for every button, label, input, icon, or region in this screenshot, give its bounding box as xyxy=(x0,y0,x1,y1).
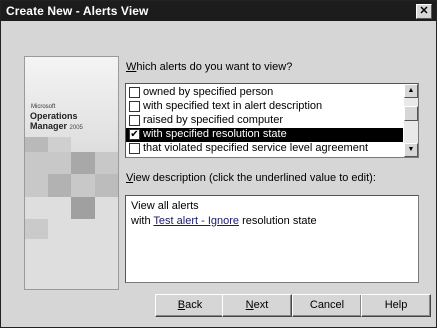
view-description-label: View description (click the underlined v… xyxy=(126,172,376,184)
title-bar[interactable]: Create New - Alerts View ✕ xyxy=(1,1,436,21)
product-year: 2005 xyxy=(69,125,83,131)
checkbox[interactable] xyxy=(129,143,140,154)
decor-square xyxy=(25,219,48,239)
scroll-thumb[interactable] xyxy=(404,106,418,121)
decor-square xyxy=(25,137,48,152)
list-item-specified-text[interactable]: with specified text in alert description xyxy=(126,100,403,114)
product-name-line1: Operations xyxy=(30,111,78,121)
brand-panel: Microsoft Operations Manager 2005 xyxy=(24,56,119,290)
list-item-resolution-state[interactable]: ✔ with specified resolution state xyxy=(126,128,403,142)
list-item-owned-by-person[interactable]: owned by specified person xyxy=(126,86,403,100)
alerts-question-label: Which alerts do you want to view? xyxy=(126,61,293,73)
decor-square xyxy=(48,137,71,152)
resolution-state-link[interactable]: Test alert - Ignore xyxy=(153,215,239,227)
create-new-alerts-view-dialog: Create New - Alerts View ✕ Microsoft Ope… xyxy=(0,0,437,328)
decor-square xyxy=(48,174,71,197)
cancel-button[interactable]: Cancel xyxy=(292,294,362,317)
checkbox[interactable] xyxy=(129,87,140,98)
decor-square xyxy=(71,197,95,219)
next-button[interactable]: Next xyxy=(222,294,292,317)
product-name-line2: Manager 2005 xyxy=(30,121,83,131)
checkbox-checked[interactable]: ✔ xyxy=(129,129,140,140)
microsoft-wordmark: Microsoft xyxy=(31,104,56,110)
decor-square xyxy=(71,152,95,174)
description-line-1: View all alerts xyxy=(131,200,199,212)
vertical-scrollbar[interactable]: ▲ ▼ xyxy=(404,84,418,157)
checkbox[interactable] xyxy=(129,115,140,126)
list-item-service-level-agreement[interactable]: that violated specified service level ag… xyxy=(126,142,403,156)
scroll-down-arrow-icon[interactable]: ▼ xyxy=(404,143,418,157)
back-button[interactable]: Back xyxy=(155,294,225,317)
help-button[interactable]: Help xyxy=(361,294,431,317)
view-description-box: View all alerts with Test alert - Ignore… xyxy=(125,195,419,283)
list-item-specified-computer[interactable]: raised by specified computer xyxy=(126,114,403,128)
checkbox[interactable] xyxy=(129,101,140,112)
scroll-up-arrow-icon[interactable]: ▲ xyxy=(404,84,418,98)
description-line-2: with Test alert - Ignore resolution stat… xyxy=(131,215,317,227)
close-button[interactable]: ✕ xyxy=(416,4,432,19)
window-title: Create New - Alerts View xyxy=(6,4,149,18)
decor-square xyxy=(95,174,118,197)
alert-criteria-list[interactable]: owned by specified person with specified… xyxy=(125,83,419,158)
